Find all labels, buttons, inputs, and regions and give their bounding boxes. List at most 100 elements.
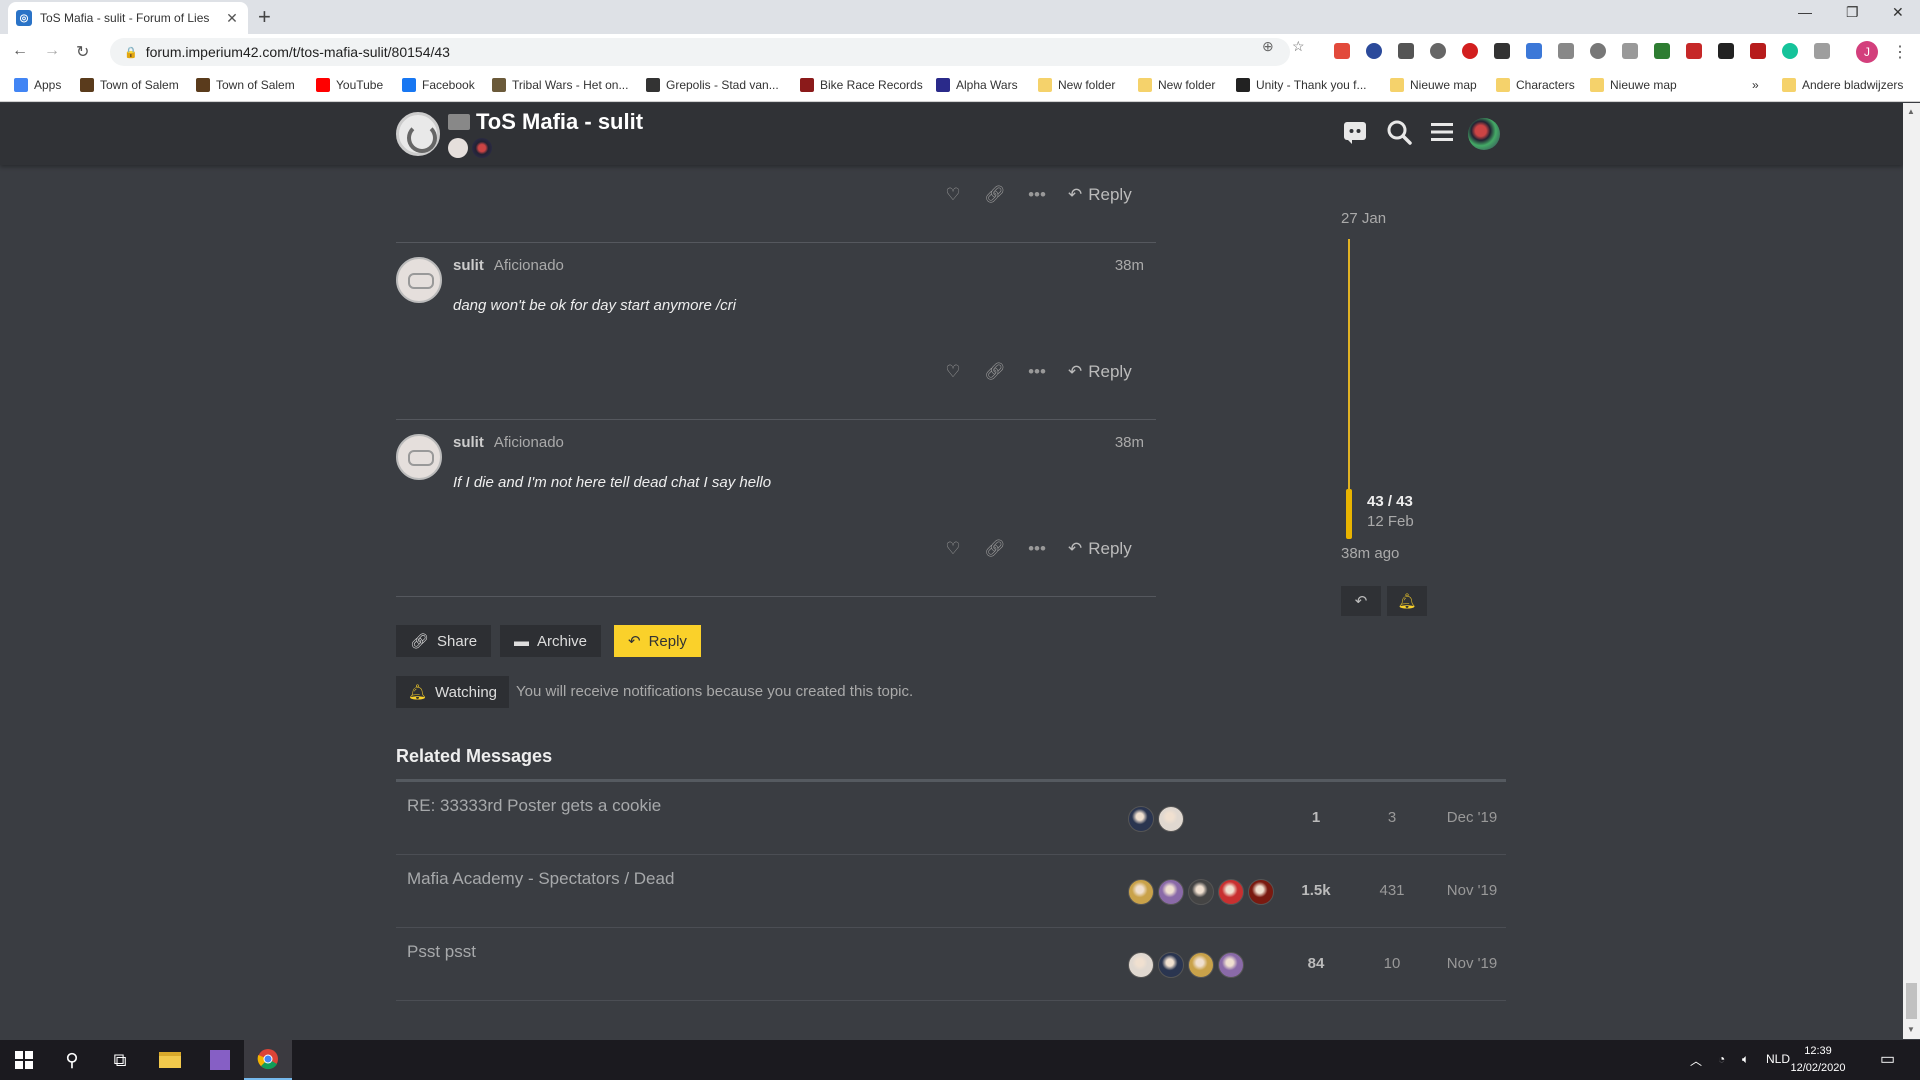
volume-icon[interactable]: 🔈︎	[1742, 1052, 1749, 1067]
link-icon[interactable]: 🔗︎	[974, 185, 1016, 205]
post-avatar[interactable]	[396, 434, 442, 480]
related-topic-title[interactable]: Psst psst	[407, 942, 476, 962]
search-icon[interactable]: ⚲	[48, 1040, 96, 1080]
archive-button[interactable]: ▬ Archive	[500, 625, 602, 657]
bookmark-item[interactable]: Bike Race Records	[800, 78, 923, 92]
bookmark-item[interactable]: New folder	[1038, 78, 1115, 92]
timeline-track[interactable]	[1348, 239, 1350, 491]
extension-icon[interactable]	[1462, 43, 1478, 59]
tab-close-icon[interactable]: ✕	[224, 10, 240, 27]
extension-icon[interactable]	[1558, 43, 1574, 59]
bookmark-item[interactable]: Tribal Wars - Het on...	[492, 78, 628, 92]
extension-icon[interactable]	[1334, 43, 1350, 59]
link-icon[interactable]: 🔗︎	[974, 539, 1016, 559]
wifi-icon[interactable]: ◔	[1718, 1052, 1725, 1066]
post-avatar[interactable]	[396, 257, 442, 303]
avatar[interactable]	[1248, 879, 1274, 905]
share-button[interactable]: 🔗︎ Share	[396, 625, 492, 657]
other-bookmarks-folder[interactable]: Andere bladwijzers	[1782, 78, 1903, 92]
extension-icon[interactable]	[1430, 43, 1446, 59]
reply-button[interactable]: ↶ Reply	[1068, 185, 1132, 205]
new-tab-button[interactable]: +	[258, 4, 271, 30]
close-window-button[interactable]: ✕	[1892, 4, 1904, 21]
task-view-icon[interactable]: ⧉	[96, 1040, 144, 1080]
bookmark-item[interactable]: Town of Salem	[196, 78, 295, 92]
star-icon[interactable]: ☆	[1292, 38, 1305, 55]
extension-icon[interactable]	[1398, 43, 1414, 59]
windows-start-icon[interactable]	[0, 1040, 48, 1080]
related-topic-title[interactable]: Mafia Academy - Spectators / Dead	[407, 869, 674, 889]
post-time[interactable]: 38m	[1080, 257, 1144, 274]
bookmark-item[interactable]: Nieuwe map	[1390, 78, 1477, 92]
file-explorer-icon[interactable]	[146, 1040, 194, 1080]
bookmark-item[interactable]: Apps	[14, 78, 61, 92]
browser-tab[interactable]: ◎ ToS Mafia - sulit - Forum of Lies ✕	[8, 2, 248, 34]
discord-icon[interactable]	[1342, 119, 1368, 152]
extension-icon[interactable]	[1654, 43, 1670, 59]
avatar[interactable]	[1188, 952, 1214, 978]
tray-chevron-icon[interactable]: ︿	[1690, 1052, 1702, 1069]
camera-icon[interactable]	[1814, 43, 1830, 59]
visual-studio-icon[interactable]	[196, 1040, 244, 1080]
chrome-taskbar-icon[interactable]	[244, 1040, 292, 1080]
link-icon[interactable]: 🔗︎	[974, 362, 1016, 382]
avatar[interactable]	[1158, 879, 1184, 905]
like-heart-icon[interactable]: ♡	[932, 185, 974, 205]
current-user-avatar[interactable]	[1468, 118, 1500, 150]
extension-icon[interactable]	[1590, 43, 1606, 59]
post-username[interactable]: sulit	[453, 434, 484, 451]
notification-center-icon[interactable]: ▭	[1880, 1049, 1895, 1069]
extension-icon[interactable]	[1494, 43, 1510, 59]
related-topic-activity[interactable]: Nov '19	[1432, 882, 1512, 899]
post-time[interactable]: 38m	[1080, 434, 1144, 451]
avatar[interactable]	[1158, 806, 1184, 832]
install-icon[interactable]: ⊕	[1262, 38, 1274, 55]
hamburger-menu-icon[interactable]	[1429, 119, 1455, 152]
extension-icon[interactable]	[1718, 43, 1734, 59]
bookmarks-overflow-button[interactable]: »	[1752, 78, 1759, 92]
maximize-button[interactable]: ❐	[1846, 4, 1859, 21]
scroll-up-arrow[interactable]: ▲	[1907, 107, 1915, 116]
scrollbar-thumb[interactable]	[1906, 983, 1917, 1019]
bookmark-item[interactable]: YouTube	[316, 78, 383, 92]
more-options-icon[interactable]: •••	[1016, 185, 1058, 205]
avatar[interactable]	[1158, 952, 1184, 978]
avatar[interactable]	[1128, 806, 1154, 832]
related-topic-activity[interactable]: Nov '19	[1432, 955, 1512, 972]
chrome-menu-icon[interactable]: ⋮	[1892, 42, 1908, 62]
page-scrollbar[interactable]: ▲ ▼	[1903, 103, 1920, 1039]
extension-icon[interactable]	[1366, 43, 1382, 59]
system-clock[interactable]: 12:39 12/02/2020	[1782, 1043, 1854, 1077]
bookmark-item[interactable]: Town of Salem	[80, 78, 179, 92]
bookmark-item[interactable]: Alpha Wars	[936, 78, 1018, 92]
grammarly-icon[interactable]	[1782, 43, 1798, 59]
forward-arrow-icon[interactable]: →	[44, 42, 60, 60]
avatar[interactable]	[1218, 952, 1244, 978]
more-options-icon[interactable]: •••	[1016, 539, 1058, 559]
topic-title[interactable]: ToS Mafia - sulit	[448, 109, 643, 135]
avatar[interactable]	[1128, 879, 1154, 905]
scroll-down-arrow[interactable]: ▼	[1907, 1025, 1915, 1034]
address-bar[interactable]: 🔒 forum.imperium42.com/t/tos-mafia-sulit…	[110, 38, 1290, 66]
extension-icon[interactable]	[1622, 43, 1638, 59]
more-options-icon[interactable]: •••	[1016, 362, 1058, 382]
timeline-handle[interactable]	[1346, 489, 1352, 539]
extension-icon[interactable]	[1750, 43, 1766, 59]
extension-icon[interactable]	[1686, 43, 1702, 59]
post-username[interactable]: sulit	[453, 257, 484, 274]
bookmark-item[interactable]: Grepolis - Stad van...	[646, 78, 779, 92]
timeline-last-activity[interactable]: 38m ago	[1341, 545, 1399, 562]
reload-icon[interactable]: ↻	[76, 42, 89, 62]
reply-button[interactable]: ↶ Reply	[1068, 539, 1132, 559]
back-arrow-icon[interactable]: ←	[12, 42, 28, 60]
site-logo[interactable]	[396, 112, 440, 156]
timeline-start-date[interactable]: 27 Jan	[1341, 210, 1386, 227]
bookmark-item[interactable]: Characters	[1496, 78, 1575, 92]
watching-dropdown[interactable]: 🔔︎ Watching	[396, 676, 510, 708]
reply-primary-button[interactable]: ↶ Reply	[614, 625, 701, 657]
bookmark-item[interactable]: New folder	[1138, 78, 1215, 92]
avatar[interactable]	[448, 138, 468, 158]
avatar[interactable]	[472, 138, 492, 158]
timeline-notification-button[interactable]: 🔔︎	[1387, 586, 1427, 616]
avatar[interactable]	[1128, 952, 1154, 978]
